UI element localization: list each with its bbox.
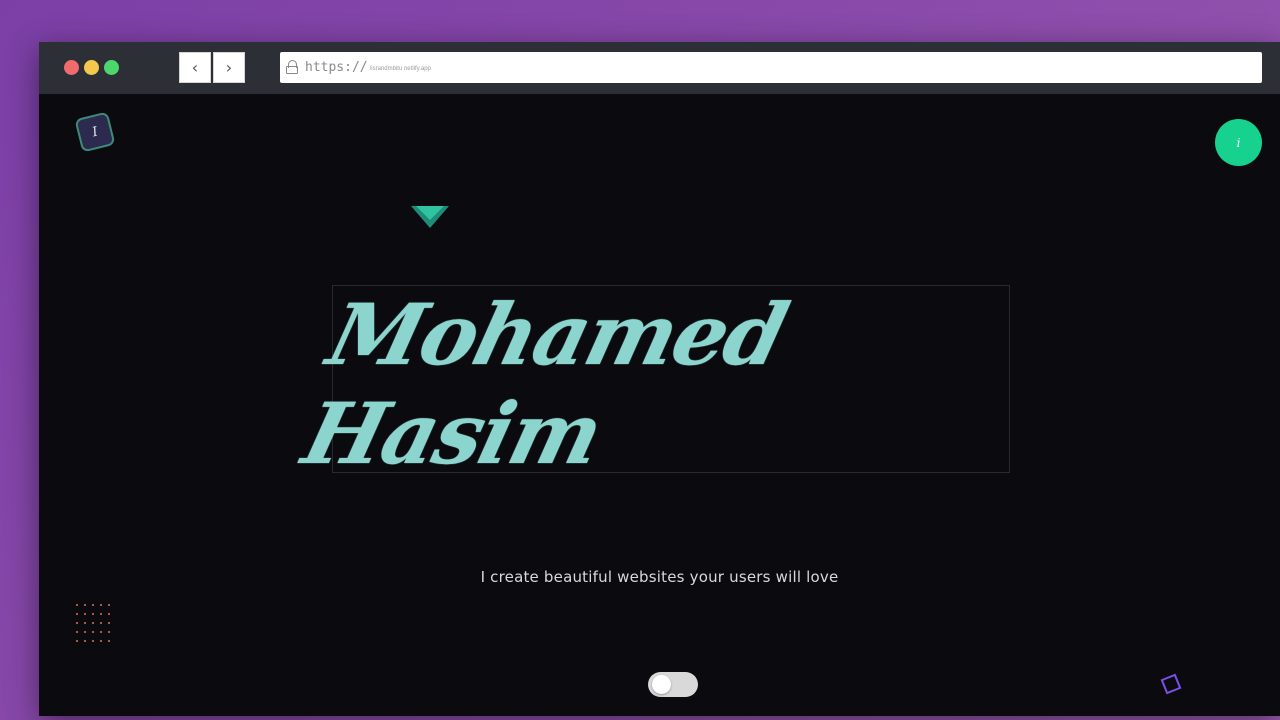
hero-name: Mohamed Hasim [294,285,796,483]
theme-toggle[interactable] [648,672,698,697]
chevron-left-icon: ‹ [191,58,199,77]
triangle-highlight-icon [416,206,444,220]
toggle-knob [652,675,671,694]
dot-grid-decoration [76,604,116,650]
hero-tagline: I create beautiful websites your users w… [480,568,839,586]
square-decoration-icon [1160,673,1182,695]
logo-badge[interactable]: I [74,111,116,153]
info-button[interactable]: i [1215,119,1262,166]
browser-toolbar: ‹ › https:// /israndmbitu netlify.app [39,42,1280,94]
address-bar[interactable]: https:// /israndmbitu netlify.app [280,52,1262,83]
lock-icon [286,60,299,75]
close-window-button[interactable] [64,60,79,75]
forward-button[interactable]: › [213,52,245,83]
url-host: /israndmbitu netlify.app [369,66,431,72]
browser-window: ‹ › https:// /israndmbitu netlify.app I … [39,42,1280,716]
logo-letter: I [90,124,100,140]
page-content: I i Mohamed Hasim I create beautiful web… [39,94,1280,716]
url-scheme: https:// [305,60,368,75]
back-button[interactable]: ‹ [179,52,211,83]
info-icon: i [1236,135,1241,150]
maximize-window-button[interactable] [104,60,119,75]
chevron-right-icon: › [225,58,233,77]
minimize-window-button[interactable] [84,60,99,75]
